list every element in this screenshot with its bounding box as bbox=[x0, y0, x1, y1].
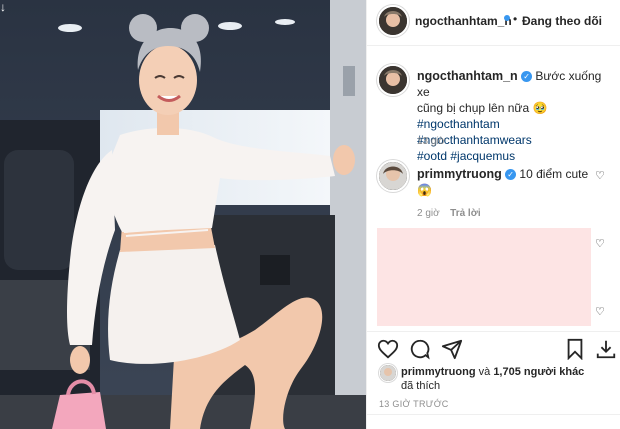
follow-status[interactable]: Đang theo dõi bbox=[522, 14, 602, 28]
likes-and: và bbox=[478, 366, 491, 378]
caption-username[interactable]: ngocthanhtam_n bbox=[417, 69, 518, 83]
caption-hashtags-2[interactable]: #ootd #jacquemus bbox=[417, 149, 515, 163]
post-photo: ↓ bbox=[0, 0, 366, 429]
comment-username[interactable]: primmytruong bbox=[417, 167, 502, 181]
liker-avatar[interactable] bbox=[379, 364, 397, 382]
avatar-image bbox=[380, 365, 396, 381]
comment-time: 2 giờ bbox=[417, 208, 440, 219]
avatar-image bbox=[379, 7, 407, 35]
caption-text-2: cũng bị chụp lên nữa 🥹 bbox=[417, 101, 548, 115]
back-arrow-icon[interactable]: ↓ bbox=[0, 0, 14, 14]
comment-text: 10 điểm cute bbox=[519, 167, 589, 181]
comment-block: primmytruong ✓ 10 điểm cute 😱 bbox=[417, 166, 597, 198]
heart-icon[interactable] bbox=[377, 338, 399, 360]
comment-avatar[interactable] bbox=[377, 160, 409, 192]
bookmark-icon[interactable] bbox=[565, 338, 585, 360]
header-username[interactable]: ngocthanhtam_n bbox=[415, 14, 512, 28]
panel-bottom-divider bbox=[367, 414, 620, 415]
caption-avatar[interactable] bbox=[377, 64, 409, 96]
caption-block: ngocthanhtam_n ✓ Bước xuống xe cũng bị c… bbox=[417, 68, 617, 164]
likes-liked: đã thích bbox=[401, 380, 441, 392]
blurred-like-heart-icon[interactable]: ♡ bbox=[595, 237, 605, 250]
post-detail-panel: ngocthanhtam_n • Đang theo dõi ngocthanh… bbox=[366, 0, 620, 429]
post-header: ngocthanhtam_n • Đang theo dõi bbox=[367, 0, 620, 46]
comment-emoji: 😱 bbox=[417, 183, 432, 197]
verified-icon: ✓ bbox=[505, 169, 517, 181]
first-liker[interactable]: primmytruong bbox=[401, 366, 476, 378]
download-icon[interactable] bbox=[595, 338, 617, 360]
comment-meta: 2 giờ Trả lời bbox=[417, 203, 481, 221]
likes-count[interactable]: 1,705 người khác bbox=[493, 366, 584, 378]
header-dot: • bbox=[513, 12, 518, 26]
avatar-image bbox=[379, 66, 407, 94]
post-timestamp[interactable]: 13 GIỜ TRƯỚC bbox=[379, 399, 449, 409]
author-avatar[interactable] bbox=[377, 5, 409, 37]
photo-illustration bbox=[0, 0, 366, 429]
verified-icon bbox=[504, 15, 510, 21]
caption-time: 13 giờ bbox=[417, 136, 446, 147]
avatar-image bbox=[379, 162, 407, 190]
reply-button[interactable]: Trả lời bbox=[450, 208, 480, 219]
share-icon[interactable] bbox=[441, 338, 463, 360]
blurred-comment-block bbox=[377, 228, 591, 326]
comment-like-heart-icon[interactable]: ♡ bbox=[595, 169, 605, 182]
verified-icon: ✓ bbox=[521, 71, 533, 83]
likes-summary: primmytruong và 1,705 người khác đã thíc… bbox=[401, 365, 616, 393]
blurred-like-heart-icon-2[interactable]: ♡ bbox=[595, 305, 605, 318]
comment-icon[interactable] bbox=[409, 338, 431, 360]
action-bar bbox=[367, 331, 620, 362]
